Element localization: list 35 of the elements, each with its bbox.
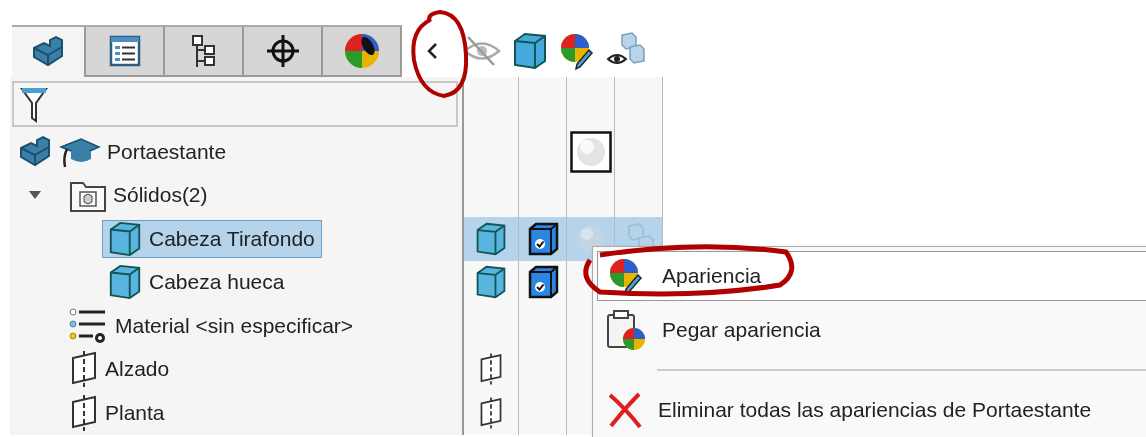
color-ball-icon — [342, 32, 381, 70]
panel-tab[interactable] — [165, 27, 244, 77]
panel-tab[interactable] — [244, 27, 323, 77]
list-icon — [107, 34, 142, 68]
tree-item-label: Cabeza hueca — [149, 270, 285, 295]
clipboard-ball-icon — [606, 309, 648, 351]
menu-item[interactable]: Pegar apariencia — [597, 305, 1146, 355]
checked-cube-icon[interactable] — [526, 265, 559, 300]
panel-tab[interactable] — [12, 27, 86, 77]
panel-tab[interactable] — [86, 27, 165, 77]
tree-item-label: Alzado — [105, 357, 170, 382]
tree-item-label: Cabeza Tirafondo — [149, 226, 315, 251]
tree-item[interactable]: Cabeza Tirafondo — [102, 219, 322, 258]
checked-cube-icon[interactable] — [526, 221, 559, 256]
panel-tab[interactable] — [323, 27, 402, 77]
delete-icon — [606, 390, 644, 429]
cube-icon — [107, 263, 143, 302]
tree-item-label: Sólidos(2) — [113, 183, 208, 208]
cube-icon[interactable] — [511, 31, 549, 71]
display-cell — [519, 77, 567, 130]
plane-icon[interactable] — [478, 395, 504, 430]
tree-item-label: Planta — [105, 400, 165, 425]
filter-field[interactable] — [12, 80, 458, 127]
tree-item-label: Material <sin especificar> — [115, 313, 354, 338]
crosshair-icon — [264, 33, 301, 69]
menu-item[interactable]: Eliminar todas las apariencias de Portaestante — [597, 384, 1146, 435]
plane-icon[interactable] — [478, 352, 504, 387]
cube-icon[interactable] — [474, 220, 508, 257]
tree-item-label: Portaestante — [107, 139, 227, 164]
cube-icon[interactable] — [474, 264, 508, 301]
display-cell — [615, 77, 663, 130]
cube-icon — [107, 219, 143, 258]
chevron-left-icon — [426, 42, 438, 60]
expand-arrow-icon[interactable] — [28, 190, 42, 201]
menu-item[interactable]: Apariencia — [597, 251, 1146, 301]
